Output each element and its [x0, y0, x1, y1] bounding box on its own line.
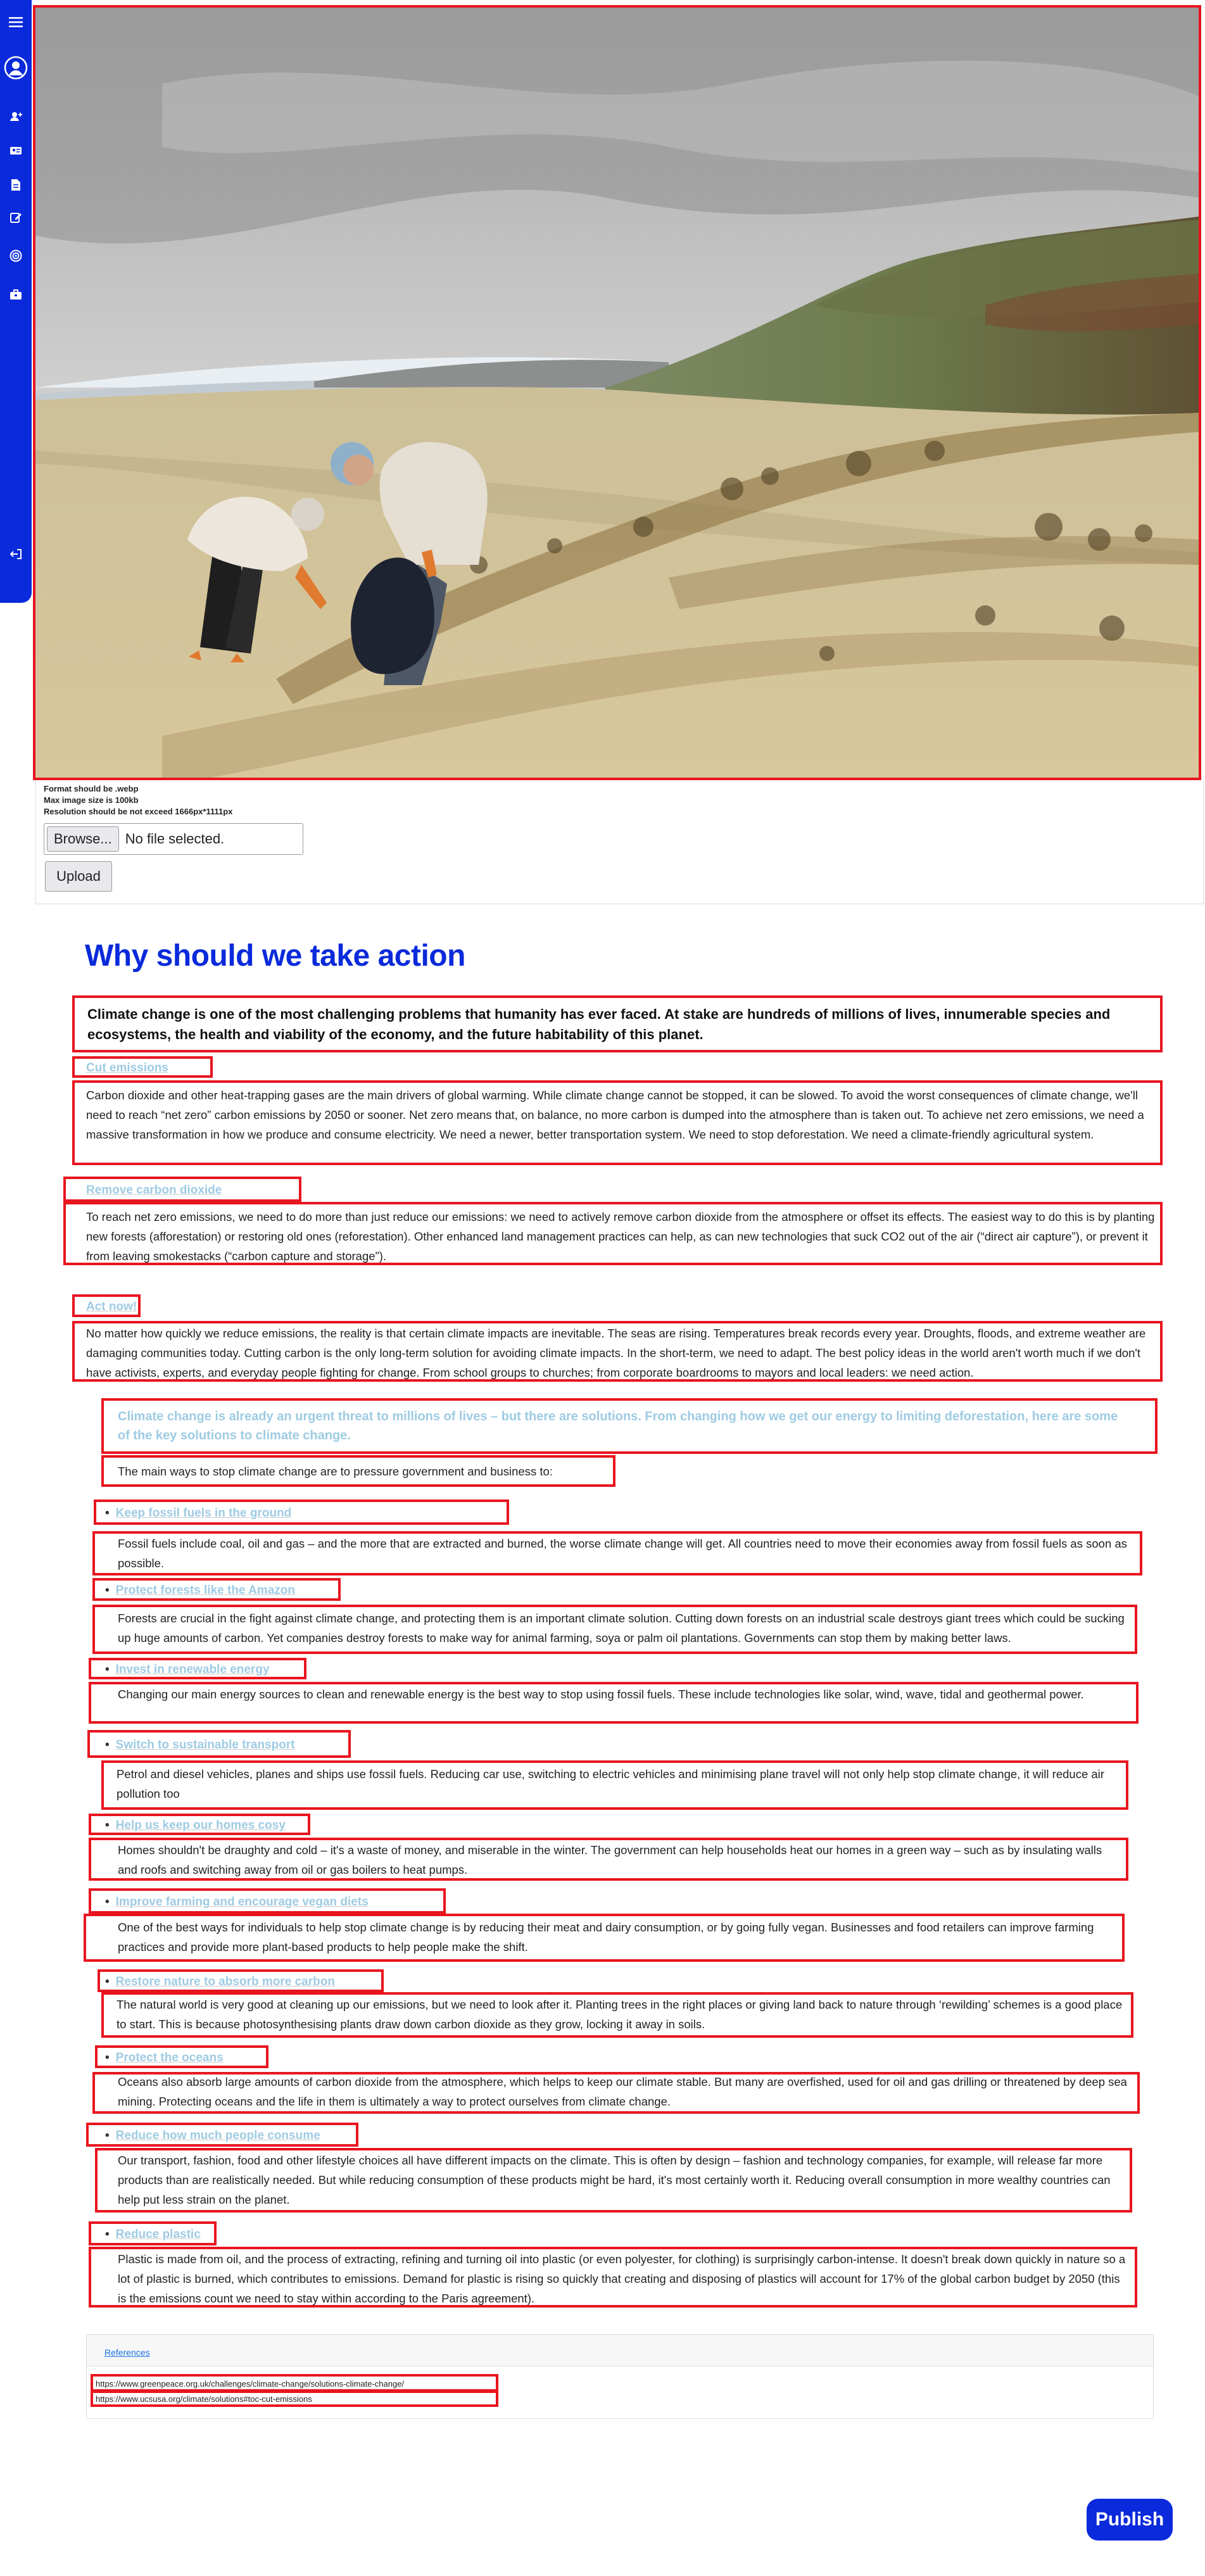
id-card-icon[interactable]: [0, 146, 32, 156]
section-heading-remove-carbon: Remove carbon dioxide: [86, 1184, 222, 1197]
file-status: No file selected.: [125, 831, 225, 847]
sidebar: [0, 0, 32, 603]
solution-body-box[interactable]: Changing our main energy sources to clea…: [89, 1682, 1139, 1724]
section-heading-box[interactable]: Act now!: [72, 1294, 141, 1317]
solution-body-box[interactable]: Fossil fuels include coal, oil and gas –…: [92, 1531, 1142, 1575]
solution-heading-fossil-fuels: Keep fossil fuels in the ground: [105, 1506, 292, 1520]
section-body-box[interactable]: To reach net zero emissions, we need to …: [63, 1202, 1163, 1265]
reference-link-box[interactable]: https://www.greenpeace.org.uk/challenges…: [91, 2374, 498, 2392]
upload-resolution-note: Resolution should be not exceed 1666px*1…: [44, 807, 233, 816]
lead-text: Climate change is one of the most challe…: [87, 1006, 1111, 1042]
solution-body-box[interactable]: One of the best ways for individuals to …: [84, 1914, 1125, 1962]
solution-body-box[interactable]: Our transport, fashion, food and other l…: [95, 2148, 1132, 2213]
section-heading-box[interactable]: Remove carbon dioxide: [63, 1177, 301, 1202]
solution-body-transport: Petrol and diesel vehicles, planes and s…: [117, 1767, 1104, 1800]
image-upload-panel: Format should be .webp Max image size is…: [35, 780, 1204, 904]
references-label[interactable]: References: [87, 2335, 1153, 2366]
edit-icon[interactable]: [0, 212, 32, 223]
section-body-remove-carbon: To reach net zero emissions, we need to …: [86, 1210, 1155, 1263]
solution-body-plastic: Plastic is made from oil, and the proces…: [118, 2252, 1126, 2305]
solution-heading-box[interactable]: Protect the oceans: [95, 2045, 268, 2068]
lead-block[interactable]: Climate change is one of the most challe…: [72, 995, 1163, 1052]
solution-heading-box[interactable]: Reduce plastic: [89, 2221, 217, 2245]
hero-image[interactable]: [33, 5, 1201, 780]
solution-body-consume: Our transport, fashion, food and other l…: [118, 2154, 1111, 2206]
solution-heading-nature: Restore nature to absorb more carbon: [105, 1975, 335, 1989]
solution-heading-box[interactable]: Keep fossil fuels in the ground: [94, 1500, 509, 1525]
solution-heading-consume: Reduce how much people consume: [105, 2129, 320, 2143]
solution-heading-transport: Switch to sustainable transport: [105, 1738, 295, 1752]
solution-body-nature: The natural world is very good at cleani…: [117, 1998, 1123, 2031]
beach-cleanup-illustration: [35, 8, 1199, 778]
file-input[interactable]: Browse... No file selected.: [44, 823, 303, 855]
target-icon[interactable]: [0, 249, 32, 262]
reference-link: https://www.ucsusa.org/climate/solutions…: [96, 2394, 312, 2404]
solution-heading-box[interactable]: Restore nature to absorb more carbon: [98, 1969, 384, 1992]
solution-heading-box[interactable]: Improve farming and encourage vegan diet…: [89, 1888, 446, 1914]
solution-heading-farming: Improve farming and encourage vegan diet…: [105, 1895, 369, 1909]
solution-heading-plastic: Reduce plastic: [105, 2228, 201, 2242]
solution-body-box[interactable]: Forests are crucial in the fight against…: [92, 1605, 1137, 1654]
section-body-act-now: No matter how quickly we reduce emission…: [86, 1327, 1146, 1379]
add-user-icon[interactable]: [0, 111, 32, 122]
intro-box[interactable]: The main ways to stop climate change are…: [101, 1455, 615, 1487]
upload-button[interactable]: Upload: [45, 861, 112, 892]
section-heading-cut-emissions: Cut emissions: [86, 1061, 168, 1075]
upload-format-note: Format should be .webp: [44, 784, 139, 793]
solution-body-box[interactable]: The natural world is very good at cleani…: [101, 1992, 1133, 2038]
solution-body-farming: One of the best ways for individuals to …: [118, 1921, 1094, 1954]
solution-body-box[interactable]: Homes shouldn't be draughty and cold – i…: [89, 1838, 1128, 1881]
publish-button[interactable]: Publish: [1087, 2499, 1173, 2541]
reference-link: https://www.greenpeace.org.uk/challenges…: [96, 2379, 405, 2389]
page-title: Why should we take action: [85, 939, 465, 973]
solution-body-homes: Homes shouldn't be draughty and cold – i…: [118, 1843, 1102, 1876]
section-heading-act-now: Act now!: [86, 1300, 137, 1313]
solution-heading-box[interactable]: Switch to sustainable transport: [87, 1730, 351, 1758]
solution-body-fossil-fuels: Fossil fuels include coal, oil and gas –…: [118, 1537, 1127, 1570]
logout-icon[interactable]: [0, 548, 32, 560]
reference-link-box[interactable]: https://www.ucsusa.org/climate/solutions…: [91, 2390, 498, 2407]
callout-text: Climate change is already an urgent thre…: [118, 1410, 1118, 1443]
solution-heading-oceans: Protect the oceans: [105, 2051, 224, 2065]
intro-text: The main ways to stop climate change are…: [118, 1465, 553, 1478]
solution-heading-box[interactable]: Help us keep our homes cosy: [89, 1814, 310, 1835]
solution-body-box[interactable]: Petrol and diesel vehicles, planes and s…: [101, 1760, 1128, 1810]
section-body-box[interactable]: No matter how quickly we reduce emission…: [72, 1321, 1163, 1382]
section-body-box[interactable]: Carbon dioxide and other heat-trapping g…: [72, 1080, 1163, 1165]
solution-body-renewable: Changing our main energy sources to clea…: [118, 1688, 1084, 1701]
document-icon[interactable]: [0, 179, 32, 191]
briefcase-icon[interactable]: [0, 289, 32, 300]
upload-size-note: Max image size is 100kb: [44, 795, 139, 805]
browse-button[interactable]: Browse...: [47, 826, 119, 852]
solution-heading-box[interactable]: Invest in renewable energy: [89, 1658, 306, 1679]
menu-icon[interactable]: [0, 16, 32, 28]
solution-body-box[interactable]: Plastic is made from oil, and the proces…: [89, 2247, 1137, 2308]
solution-heading-renewable: Invest in renewable energy: [105, 1663, 270, 1677]
section-body-cut-emissions: Carbon dioxide and other heat-trapping g…: [86, 1089, 1144, 1141]
solution-heading-box[interactable]: Reduce how much people consume: [86, 2123, 358, 2147]
solution-heading-homes: Help us keep our homes cosy: [105, 1819, 286, 1833]
references-panel: References https://www.greenpeace.org.uk…: [86, 2334, 1154, 2419]
solution-heading-forests: Protect forests like the Amazon: [105, 1584, 295, 1598]
solution-body-oceans: Oceans also absorb large amounts of carb…: [118, 2075, 1127, 2108]
solution-body-forests: Forests are crucial in the fight against…: [118, 1612, 1125, 1645]
user-avatar-icon[interactable]: [0, 56, 32, 80]
solution-body-box[interactable]: Oceans also absorb large amounts of carb…: [92, 2072, 1140, 2114]
solution-heading-box[interactable]: Protect forests like the Amazon: [92, 1578, 341, 1601]
callout-box[interactable]: Climate change is already an urgent thre…: [101, 1398, 1158, 1454]
section-heading-box[interactable]: Cut emissions: [72, 1056, 213, 1078]
